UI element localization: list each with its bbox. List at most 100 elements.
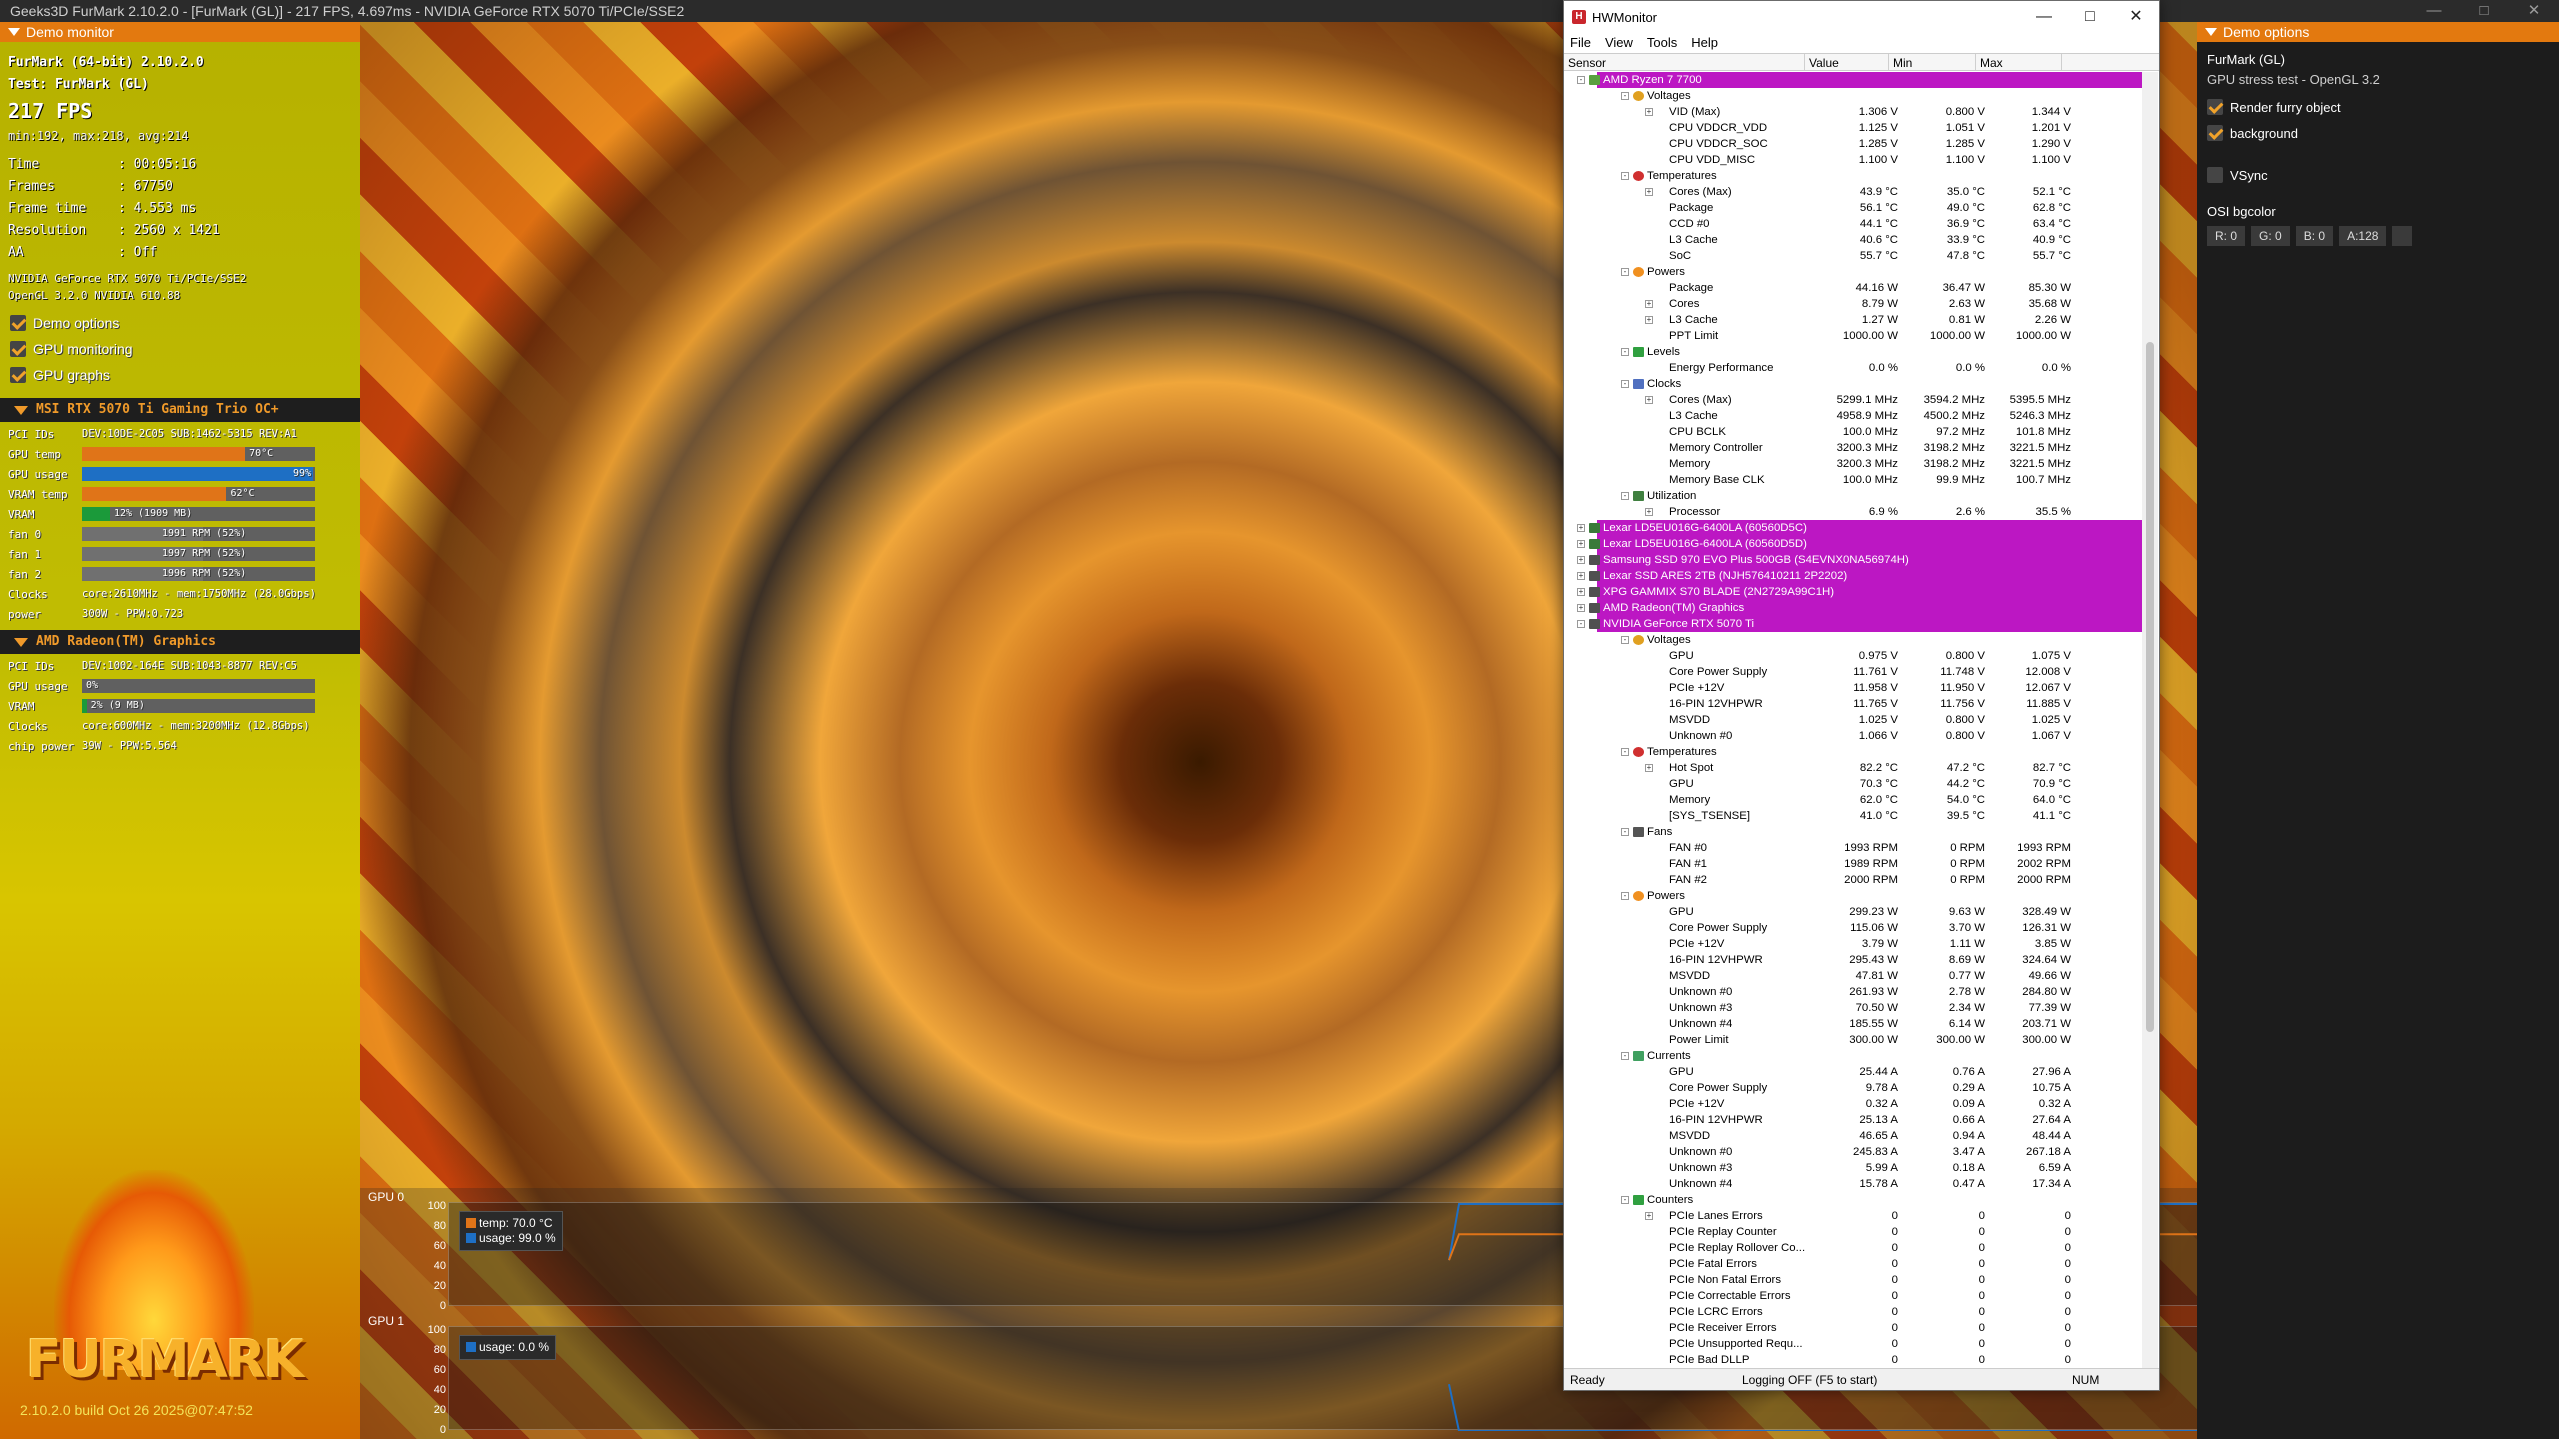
sensor-row[interactable]: Package 44.16 W 36.47 W 85.30 W xyxy=(1565,280,2143,296)
sensor-row[interactable]: Core Power Supply 11.761 V 11.748 V 12.008 … xyxy=(1565,664,2143,680)
sensor-row[interactable]: + VID (Max) 1.306 V 0.800 V 1.344 V xyxy=(1565,104,2143,120)
sensor-row[interactable]: Core Power Supply 9.78 A 0.29 A 10.75 A xyxy=(1565,1080,2143,1096)
demo-options-header[interactable]: Demo options xyxy=(2197,22,2559,42)
device-row[interactable]: + AMD Radeon(TM) Graphics xyxy=(1577,600,2143,616)
expand-toggle-icon[interactable]: - xyxy=(1621,172,1629,180)
sensor-row[interactable]: [SYS_TSENSE] 41.0 °C 39.5 °C 41.1 °C xyxy=(1565,808,2143,824)
expand-toggle-icon[interactable]: + xyxy=(1645,188,1653,196)
sensor-row[interactable]: L3 Cache 40.6 °C 33.9 °C 40.9 °C xyxy=(1565,232,2143,248)
expand-toggle-icon[interactable]: + xyxy=(1577,524,1585,532)
checkbox-icon[interactable] xyxy=(2207,125,2223,141)
category-row[interactable]: - Temperatures xyxy=(1565,744,2143,760)
sensor-row[interactable]: Unknown #0 245.83 A 3.47 A 267.18 A xyxy=(1565,1144,2143,1160)
sensor-row[interactable]: PCIe Unsupported Requ... 0 0 0 xyxy=(1565,1336,2143,1352)
sensor-row[interactable]: PCIe Replay Counter 0 0 0 xyxy=(1565,1224,2143,1240)
expand-toggle-icon[interactable]: + xyxy=(1645,508,1653,516)
sensor-row[interactable]: MSVDD 46.65 A 0.94 A 48.44 A xyxy=(1565,1128,2143,1144)
close-icon[interactable]: ✕ xyxy=(2113,1,2159,33)
sensor-row[interactable]: FAN #0 1993 RPM 0 RPM 1993 RPM xyxy=(1565,840,2143,856)
expand-toggle-icon[interactable]: - xyxy=(1621,492,1629,500)
sensor-row[interactable]: GPU 70.3 °C 44.2 °C 70.9 °C xyxy=(1565,776,2143,792)
rgba-field[interactable]: B: 0 xyxy=(2295,226,2334,246)
expand-toggle-icon[interactable]: - xyxy=(1577,620,1585,628)
sensor-row[interactable]: Memory Controller 3200.3 MHz 3198.2 MHz 322… xyxy=(1565,440,2143,456)
maximize-icon[interactable]: □ xyxy=(2067,1,2113,33)
expand-toggle-icon[interactable]: + xyxy=(1577,556,1585,564)
expand-toggle-icon[interactable]: - xyxy=(1621,1052,1629,1060)
gpu1-header[interactable]: AMD Radeon(TM) Graphics xyxy=(0,630,360,654)
sensor-row[interactable]: Memory 62.0 °C 54.0 °C 64.0 °C xyxy=(1565,792,2143,808)
expand-toggle-icon[interactable]: + xyxy=(1577,588,1585,596)
sensor-row[interactable]: L3 Cache 4958.9 MHz 4500.2 MHz 5246.3 MHz xyxy=(1565,408,2143,424)
expand-toggle-icon[interactable]: - xyxy=(1621,828,1629,836)
sensor-row[interactable]: + Cores (Max) 43.9 °C 35.0 °C 52.1 °C xyxy=(1565,184,2143,200)
expand-toggle-icon[interactable]: + xyxy=(1577,572,1585,580)
sensor-row[interactable]: MSVDD 47.81 W 0.77 W 49.66 W xyxy=(1565,968,2143,984)
menu-file[interactable]: File xyxy=(1570,33,1591,53)
expand-toggle-icon[interactable]: - xyxy=(1621,1196,1629,1204)
minimize-icon[interactable]: — xyxy=(2409,0,2459,22)
sensor-row[interactable]: Unknown #4 185.55 W 6.14 W 203.71 W xyxy=(1565,1016,2143,1032)
checkbox-gpu-monitoring[interactable]: GPU monitoring xyxy=(0,336,360,362)
column-min[interactable]: Min xyxy=(1889,54,1976,70)
expand-toggle-icon[interactable]: + xyxy=(1645,300,1653,308)
scrollbar-thumb[interactable] xyxy=(2146,342,2154,1032)
sensor-row[interactable]: PCIe LCRC Errors 0 0 0 xyxy=(1565,1304,2143,1320)
rgba-field[interactable]: A:128 xyxy=(2339,226,2387,246)
expand-toggle-icon[interactable]: + xyxy=(1645,316,1653,324)
device-row[interactable]: + Lexar SSD ARES 2TB (NJH576410211 2P2202… xyxy=(1577,568,2143,584)
color-swatch[interactable] xyxy=(2392,226,2413,246)
sensor-row[interactable]: Memory Base CLK 100.0 MHz 99.9 MHz 100.7 MH… xyxy=(1565,472,2143,488)
category-row[interactable]: - Levels xyxy=(1565,344,2143,360)
close-icon[interactable]: ✕ xyxy=(2509,0,2559,22)
sensor-row[interactable]: PCIe +12V 11.958 V 11.950 V 12.067 V xyxy=(1565,680,2143,696)
maximize-icon[interactable]: □ xyxy=(2459,0,2509,22)
expand-toggle-icon[interactable]: - xyxy=(1621,636,1629,644)
sensor-row[interactable]: 16-PIN 12VHPWR 25.13 A 0.66 A 27.64 A xyxy=(1565,1112,2143,1128)
demo-monitor-header[interactable]: Demo monitor xyxy=(0,22,360,42)
sensor-row[interactable]: Memory 3200.3 MHz 3198.2 MHz 3221.5 MHz xyxy=(1565,456,2143,472)
minimize-icon[interactable]: — xyxy=(2021,1,2067,33)
category-row[interactable]: - Counters xyxy=(1565,1192,2143,1208)
sensor-row[interactable]: + Cores (Max) 5299.1 MHz 3594.2 MHz 5395.5 M… xyxy=(1565,392,2143,408)
device-row[interactable]: + Lexar LD5EU016G-6400LA (60560D5D) xyxy=(1577,536,2143,552)
expand-toggle-icon[interactable]: + xyxy=(1577,604,1585,612)
menu-tools[interactable]: Tools xyxy=(1647,33,1677,53)
option-render-furry-object[interactable]: Render furry object xyxy=(2197,94,2559,120)
expand-toggle-icon[interactable]: - xyxy=(1621,348,1629,356)
category-row[interactable]: - Voltages xyxy=(1565,88,2143,104)
category-row[interactable]: - Voltages xyxy=(1565,632,2143,648)
sensor-row[interactable]: Unknown #0 1.066 V 0.800 V 1.067 V xyxy=(1565,728,2143,744)
sensor-row[interactable]: PCIe Non Fatal Errors 0 0 0 xyxy=(1565,1272,2143,1288)
sensor-row[interactable]: PCIe Bad DLLP 0 0 0 xyxy=(1565,1352,2143,1368)
category-row[interactable]: - Powers xyxy=(1565,888,2143,904)
sensor-row[interactable]: CPU VDDCR_VDD 1.125 V 1.051 V 1.201 V xyxy=(1565,120,2143,136)
device-row[interactable]: + XPG GAMMIX S70 BLADE (2N2729A99C1H) xyxy=(1577,584,2143,600)
expand-toggle-icon[interactable]: - xyxy=(1621,380,1629,388)
column-value[interactable]: Value xyxy=(1805,54,1889,70)
sensor-row[interactable]: SoC 55.7 °C 47.8 °C 55.7 °C xyxy=(1565,248,2143,264)
expand-toggle-icon[interactable]: - xyxy=(1621,748,1629,756)
sensor-row[interactable]: Unknown #0 261.93 W 2.78 W 284.80 W xyxy=(1565,984,2143,1000)
sensor-row[interactable]: GPU 299.23 W 9.63 W 328.49 W xyxy=(1565,904,2143,920)
device-row[interactable]: - AMD Ryzen 7 7700 xyxy=(1577,72,2143,88)
sensor-row[interactable]: Package 56.1 °C 49.0 °C 62.8 °C xyxy=(1565,200,2143,216)
sensor-row[interactable]: CPU VDDCR_SOC 1.285 V 1.285 V 1.290 V xyxy=(1565,136,2143,152)
device-row[interactable]: + Samsung SSD 970 EVO Plus 500GB (S4EVNX0… xyxy=(1577,552,2143,568)
checkbox-icon[interactable] xyxy=(10,315,26,331)
column-max[interactable]: Max xyxy=(1976,54,2062,70)
sensor-row[interactable]: PCIe Correctable Errors 0 0 0 xyxy=(1565,1288,2143,1304)
sensor-row[interactable]: + L3 Cache 1.27 W 0.81 W 2.26 W xyxy=(1565,312,2143,328)
expand-toggle-icon[interactable]: + xyxy=(1645,108,1653,116)
sensor-row[interactable]: CPU BCLK 100.0 MHz 97.2 MHz 101.8 MHz xyxy=(1565,424,2143,440)
vertical-scrollbar[interactable] xyxy=(2142,72,2158,1368)
sensor-row[interactable]: PCIe Replay Rollover Co... 0 0 0 xyxy=(1565,1240,2143,1256)
sensor-row[interactable]: PPT Limit 1000.00 W 1000.00 W 1000.00 W xyxy=(1565,328,2143,344)
sensor-row[interactable]: MSVDD 1.025 V 0.800 V 1.025 V xyxy=(1565,712,2143,728)
checkbox-icon[interactable] xyxy=(10,341,26,357)
checkbox-demo-options[interactable]: Demo options xyxy=(0,310,360,336)
category-row[interactable]: - Temperatures xyxy=(1565,168,2143,184)
sensor-row[interactable]: Power Limit 300.00 W 300.00 W 300.00 W xyxy=(1565,1032,2143,1048)
option-background[interactable]: background xyxy=(2197,120,2559,146)
expand-toggle-icon[interactable]: - xyxy=(1621,92,1629,100)
